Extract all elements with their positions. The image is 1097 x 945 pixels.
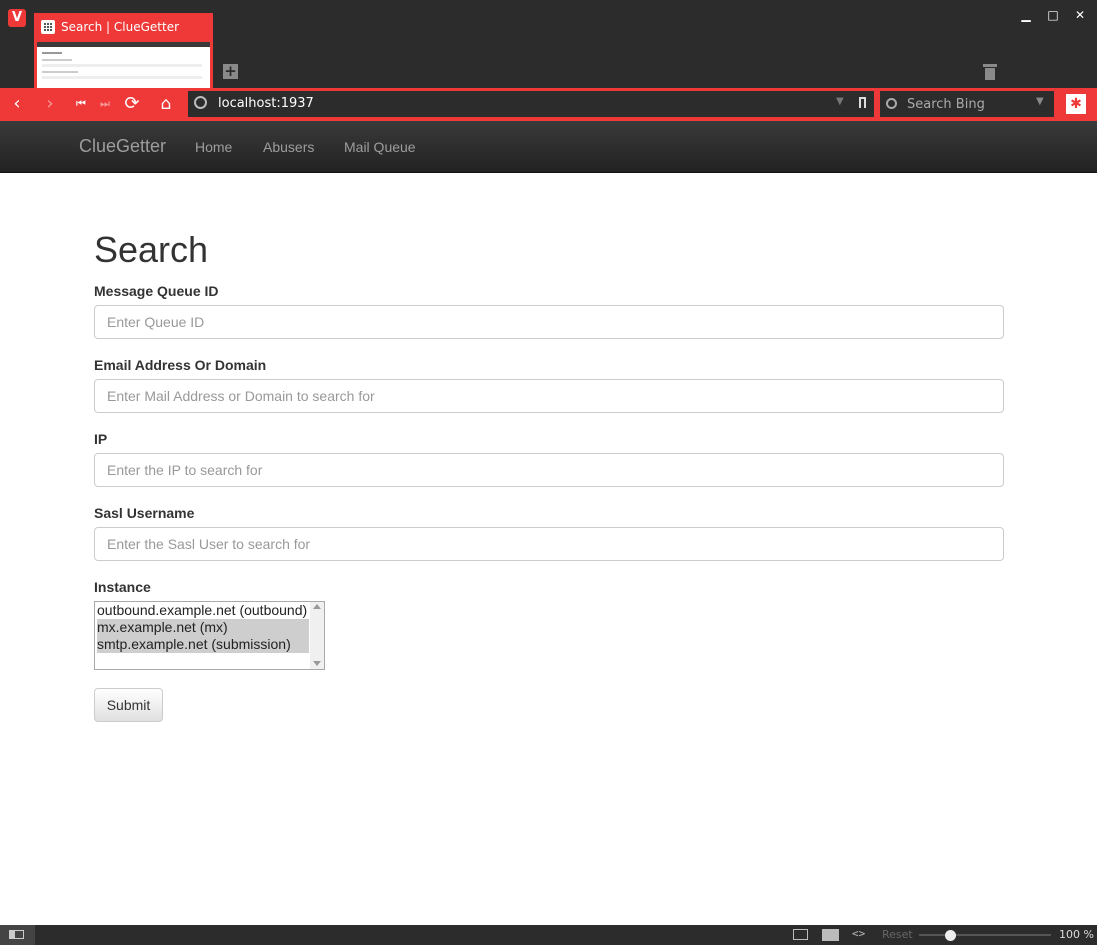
zoom-reset[interactable]: Reset (882, 928, 913, 942)
panel-toggle-button[interactable] (0, 925, 35, 945)
sasl-username-input[interactable] (94, 527, 1004, 561)
queue-id-input[interactable] (94, 305, 1004, 339)
tab-title: Search | ClueGetter (61, 20, 180, 34)
rewind-button[interactable]: ⏮ (71, 94, 91, 114)
search-icon (886, 98, 897, 109)
extensions-icon[interactable]: ✱ (1066, 94, 1086, 114)
instance-scrollbar[interactable] (310, 602, 324, 669)
page-title: Search (94, 229, 209, 270)
trash-icon[interactable] (983, 64, 997, 80)
window-icon[interactable] (793, 929, 808, 940)
status-bar: <> Reset 100 % (0, 925, 1097, 945)
tab-thumbnail (37, 42, 210, 88)
instance-label: Instance (94, 579, 151, 595)
code-icon[interactable]: <> (852, 927, 865, 940)
vivaldi-menu-icon[interactable]: V (8, 9, 26, 27)
site-navbar: ClueGetter Home Abusers Mail Queue (0, 121, 1097, 173)
scroll-up-icon[interactable] (313, 604, 321, 609)
search-placeholder: Search Bing (907, 97, 985, 112)
zoom-value: 100 % (1059, 928, 1094, 941)
brand-link[interactable]: ClueGetter (79, 135, 166, 157)
url-field[interactable]: localhost:1937 ▼ (188, 91, 874, 117)
email-input[interactable] (94, 379, 1004, 413)
instance-option[interactable]: smtp.example.net (submission) (97, 636, 309, 653)
nav-home[interactable]: Home (195, 138, 232, 156)
reload-icon[interactable]: ⟳ (122, 94, 142, 114)
scroll-down-icon[interactable] (313, 661, 321, 666)
instance-select[interactable]: outbound.example.net (outbound) mx.examp… (94, 601, 325, 670)
close-window-button[interactable]: ✕ (1073, 8, 1087, 22)
instance-option[interactable]: outbound.example.net (outbound) (97, 602, 309, 619)
queue-id-label: Message Queue ID (94, 283, 219, 299)
image-icon[interactable] (822, 929, 839, 941)
nav-abusers[interactable]: Abusers (263, 138, 314, 156)
browser-tab[interactable]: Search | ClueGetter (34, 13, 213, 88)
ip-label: IP (94, 431, 108, 447)
globe-icon (194, 96, 207, 109)
new-tab-button[interactable]: + (223, 64, 238, 79)
email-label: Email Address Or Domain (94, 357, 267, 373)
favicon-icon (41, 20, 55, 34)
search-field[interactable]: Search Bing ▼ (880, 91, 1054, 117)
tab-strip: V Search | ClueGetter + ▁ □ ✕ (0, 0, 1097, 88)
url-text: localhost:1937 (218, 96, 314, 111)
address-bar: ‹ › ⏮ ⏭ ⟳ ⌂ localhost:1937 ▼ Search Bing… (0, 88, 1097, 121)
fast-forward-button[interactable]: ⏭ (95, 94, 115, 114)
zoom-slider-handle[interactable] (945, 930, 957, 941)
maximize-button[interactable]: □ (1046, 8, 1060, 22)
search-engine-dropdown-icon[interactable]: ▼ (1036, 96, 1044, 107)
instance-option[interactable]: mx.example.net (mx) (97, 619, 309, 636)
minimize-button[interactable]: ▁ (1019, 8, 1033, 22)
forward-button[interactable]: › (40, 94, 60, 114)
zoom-slider[interactable] (919, 934, 1051, 936)
bookmark-icon[interactable] (859, 97, 866, 108)
submit-button[interactable]: Submit (94, 688, 163, 722)
sasl-username-label: Sasl Username (94, 505, 195, 521)
back-button[interactable]: ‹ (7, 94, 27, 114)
ip-input[interactable] (94, 453, 1004, 487)
nav-mail-queue[interactable]: Mail Queue (344, 138, 416, 156)
home-icon[interactable]: ⌂ (156, 94, 176, 114)
chevron-down-icon[interactable]: ▼ (836, 96, 844, 107)
